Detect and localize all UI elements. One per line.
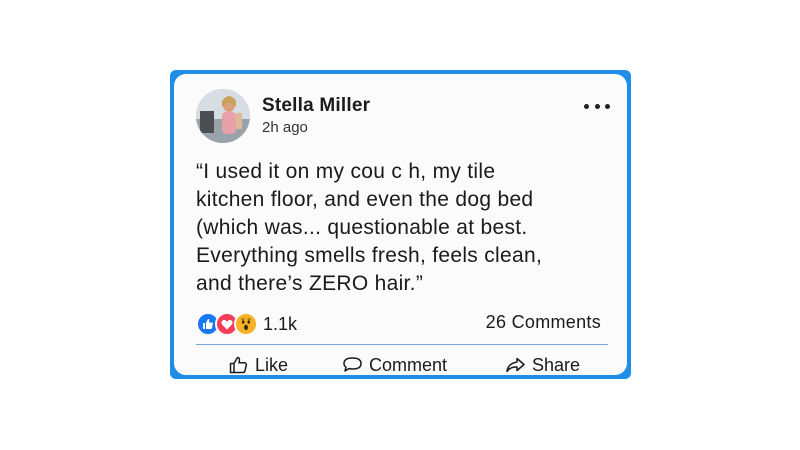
like-button[interactable]: Like [229,351,288,375]
post-timestamp[interactable]: 2h ago [262,119,308,136]
wow-icon [234,312,258,336]
divider [196,344,608,345]
post-frame: Stella Miller 2h ago “I used it on my co… [170,70,631,379]
thumbs-up-icon [229,356,248,374]
comment-label: Comment [369,354,448,375]
post-actions-bar: Like Comment Share [196,351,608,375]
post-text-line: “I used it on my cou c h, my tile [196,160,496,183]
comment-bubble-icon [343,357,362,372]
share-button[interactable]: Share [505,351,580,375]
post-text-line: (which was... questionable at best. [196,216,528,239]
avatar-photo [196,89,250,143]
reactions-summary[interactable]: 1.1k [196,312,297,336]
reaction-count: 1.1k [263,313,298,334]
more-options-icon[interactable] [584,96,610,116]
avatar[interactable] [196,89,250,143]
post-text: “I used it on my cou c h, my tile kitche… [196,158,616,298]
share-arrow-icon [506,357,525,373]
post-text-line: and there’s ZERO hair.” [196,272,424,295]
post-card: Stella Miller 2h ago “I used it on my co… [174,74,627,375]
share-label: Share [532,354,581,375]
comments-count-link[interactable]: 26 Comments [486,312,601,333]
post-text-line: kitchen floor, and even the dog bed [196,188,534,211]
author-name[interactable]: Stella Miller [262,95,370,117]
post-text-line: Everything smells fresh, feels clean, [196,244,543,267]
like-label: Like [255,354,289,375]
comment-button[interactable]: Comment [342,351,447,375]
